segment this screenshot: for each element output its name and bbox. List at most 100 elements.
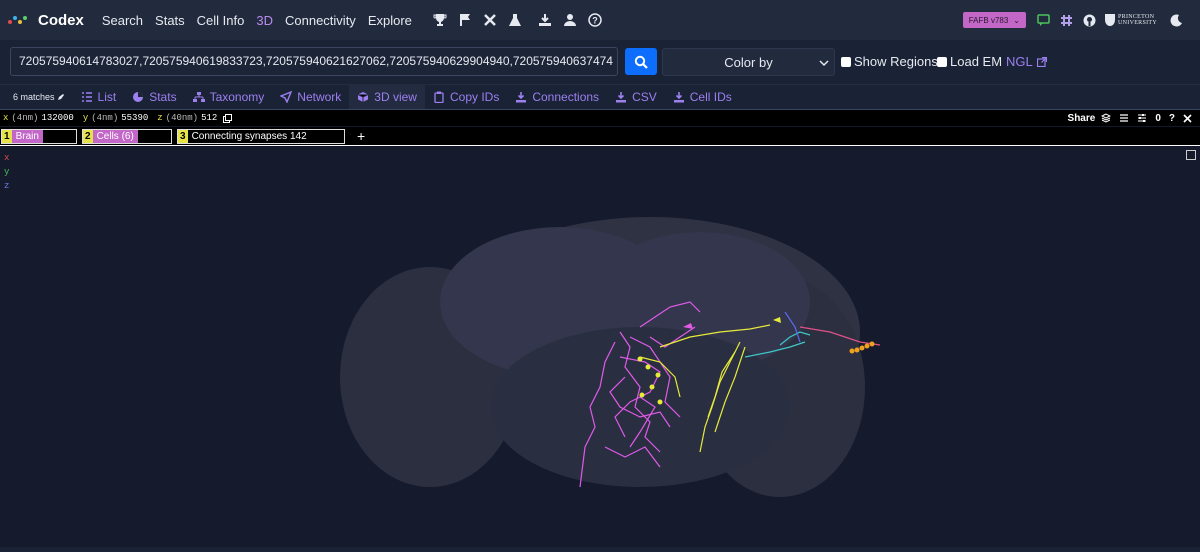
hierarchy-icon	[192, 91, 205, 102]
layers-icon[interactable]	[1101, 113, 1112, 123]
nav-stats-link[interactable]: Stats	[155, 13, 185, 28]
nav-search-link[interactable]: Search	[102, 13, 143, 28]
external-link-icon	[1036, 56, 1047, 67]
zero-button[interactable]: 0	[1155, 113, 1161, 124]
neuroglancer-viewer[interactable]: x (4nm) 132000 y (4nm) 55390 z (40nm) 51…	[0, 109, 1200, 547]
brand[interactable]: Codex	[8, 12, 84, 29]
codex-logo-icon	[8, 16, 27, 24]
layer-brain[interactable]: 1 Brain	[1, 128, 77, 144]
list-icon[interactable]	[1119, 113, 1129, 123]
load-em-box[interactable]	[937, 56, 947, 67]
user-icon[interactable]	[562, 12, 578, 28]
help-button[interactable]: ?	[1169, 113, 1175, 124]
copy-icon[interactable]	[223, 113, 233, 123]
brand-title: Codex	[38, 11, 84, 29]
layer-panel: 1 Brain 2 Cells (6) 3 Connecting synapse…	[0, 127, 1200, 146]
z-axis-label: z	[4, 181, 10, 191]
princeton-logo[interactable]: PRINCETON UNIVERSITY	[1105, 14, 1157, 26]
github-icon[interactable]	[1082, 13, 1096, 27]
tools-icon[interactable]	[482, 12, 498, 28]
x-coord-value[interactable]: 132000	[41, 113, 73, 123]
show-regions-checkbox[interactable]: Show Regions	[841, 54, 938, 69]
svg-text:?: ?	[592, 16, 598, 26]
moon-icon[interactable]	[1169, 13, 1183, 27]
ngl-label: NGL	[1006, 54, 1033, 69]
connections-tab-label: Connections	[532, 89, 600, 104]
layer-number: 1	[2, 129, 12, 143]
share-button[interactable]: Share	[1068, 113, 1096, 124]
list-icon	[81, 91, 92, 102]
clipboard-icon	[434, 91, 444, 103]
layer-name: Brain	[11, 129, 43, 143]
search-icon	[634, 55, 648, 69]
maximize-panel-button[interactable]	[1186, 150, 1196, 160]
color-by-label: Color by	[724, 54, 773, 70]
x-axis-label: x	[4, 153, 10, 163]
csv-tab-label: CSV	[632, 89, 657, 104]
flag-icon[interactable]	[457, 12, 473, 28]
layer-cells[interactable]: 2 Cells (6)	[82, 128, 172, 144]
3d-view-tab[interactable]: 3D view	[349, 84, 425, 109]
search-button[interactable]	[625, 48, 657, 75]
add-layer-button[interactable]: +	[357, 128, 365, 144]
cell-id-search-input[interactable]: 720575940614783027,720575940619833723,72…	[10, 47, 618, 76]
chat-icon[interactable]	[1036, 13, 1050, 27]
3d-render-panel[interactable]	[0, 147, 1200, 547]
slack-icon[interactable]	[1059, 13, 1073, 27]
y-coord-value[interactable]: 55390	[121, 113, 148, 123]
taxonomy-tab[interactable]: Taxonomy	[185, 85, 273, 109]
x-coord-unit: (4nm)	[11, 113, 39, 123]
chevron-down-icon	[819, 56, 829, 71]
download-icon	[516, 91, 527, 102]
sliders-icon[interactable]	[1137, 113, 1147, 123]
nav-3d-link[interactable]: 3D	[256, 13, 273, 28]
dataset-version-label: FAFB v783	[968, 15, 1009, 25]
connections-download-tab[interactable]: Connections	[507, 85, 607, 109]
load-em-checkbox[interactable]: Load EM	[937, 54, 1002, 69]
brain-mesh	[340, 217, 865, 497]
stats-tab[interactable]: Stats	[124, 85, 184, 109]
cube-icon	[358, 91, 369, 102]
show-regions-box[interactable]	[841, 56, 851, 67]
nav-explore-link[interactable]: Explore	[368, 13, 412, 28]
y-coord-unit: (4nm)	[91, 113, 119, 123]
pie-chart-icon	[133, 91, 144, 102]
list-tab[interactable]: List	[73, 85, 125, 109]
show-regions-label: Show Regions	[854, 54, 938, 69]
download-icon	[616, 91, 627, 102]
copy-ids-tab-label: Copy IDs	[449, 89, 500, 104]
network-tab-label: Network	[297, 89, 342, 104]
network-tab[interactable]: Network	[272, 85, 349, 109]
cell-ids-download-tab[interactable]: Cell IDs	[665, 85, 740, 109]
edit-icon[interactable]	[57, 93, 65, 101]
z-coord-value[interactable]: 512	[201, 113, 217, 123]
matches-count: 6 matches	[13, 92, 65, 102]
dataset-version-dropdown[interactable]: FAFB v783 ⌄	[962, 12, 1026, 28]
layer-name: Cells (6)	[92, 129, 138, 143]
trophy-icon[interactable]	[432, 12, 448, 28]
help-icon[interactable]: ?	[587, 12, 603, 28]
download-icon[interactable]	[537, 12, 553, 28]
search-bar: 720575940614783027,720575940619833723,72…	[0, 40, 1200, 84]
color-by-select[interactable]: Color by	[662, 48, 835, 76]
princeton-line2: UNIVERSITY	[1118, 20, 1157, 26]
top-navbar: Codex Search Stats Cell Info 3D Connecti…	[0, 0, 1200, 40]
flask-icon[interactable]	[507, 12, 523, 28]
results-toolbar: 6 matches List Stats Taxonomy Network 3D…	[0, 84, 1200, 109]
nav-connectivity-link[interactable]: Connectivity	[285, 13, 356, 28]
layer-name: Connecting synapses 142	[191, 130, 307, 142]
matches-label: 6 matches	[13, 91, 55, 102]
download-icon	[673, 91, 684, 102]
csv-download-tab[interactable]: CSV	[607, 85, 665, 109]
x-coord-label: x	[3, 113, 9, 123]
layer-synapses[interactable]: 3 Connecting synapses 142	[177, 128, 345, 144]
load-em-label: Load EM	[950, 54, 1003, 69]
princeton-shield-icon	[1105, 14, 1115, 26]
copy-ids-tab[interactable]: Copy IDs	[425, 85, 507, 109]
close-icon[interactable]	[1183, 113, 1192, 123]
3d-view-tab-label: 3D view	[374, 89, 417, 104]
nav-cell-info-link[interactable]: Cell Info	[197, 13, 245, 28]
ngl-link[interactable]: NGL	[1006, 54, 1047, 69]
brain-render	[340, 217, 881, 497]
list-tab-label: List	[97, 89, 117, 104]
